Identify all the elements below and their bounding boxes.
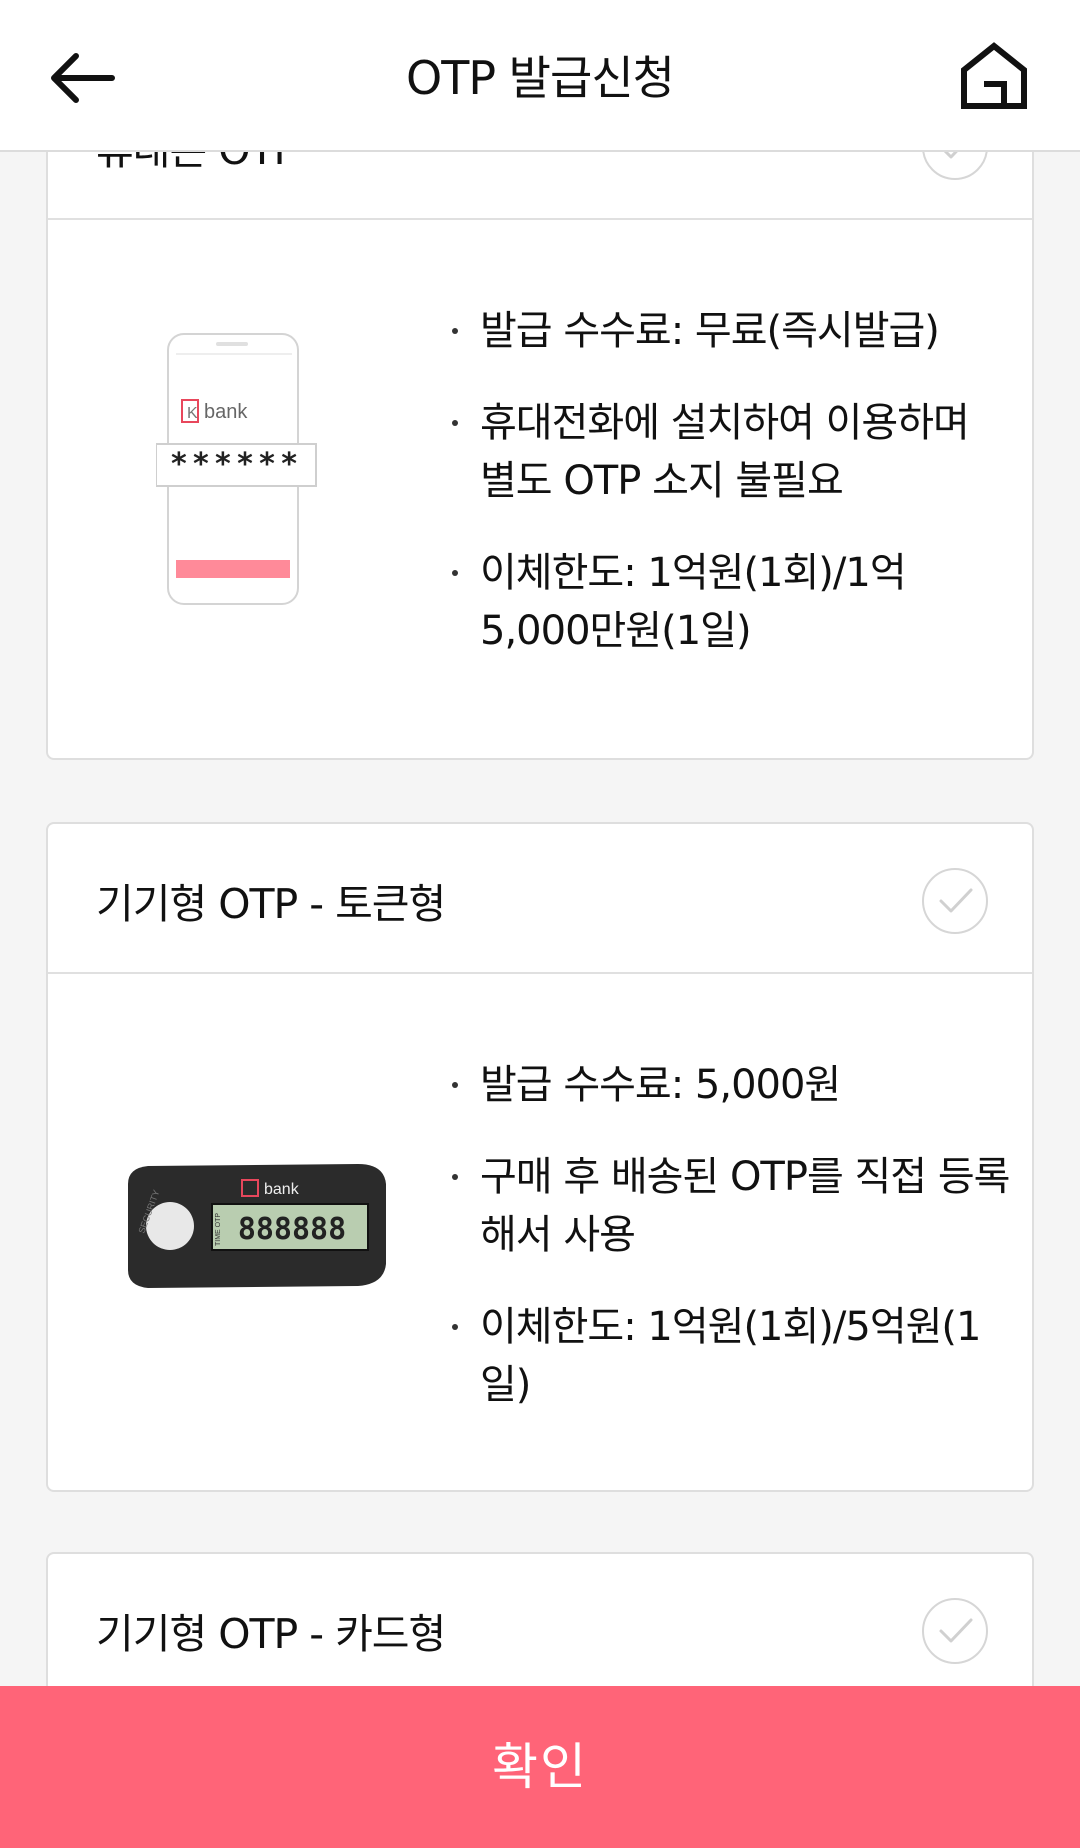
otp-card-token[interactable]: 기기형 OTP - 토큰형 SECURITY bank TIME OTP 888… — [46, 822, 1034, 1492]
phone-otp-illustration: K bank ****** — [155, 328, 326, 618]
phone-brand-text: bank — [204, 401, 248, 423]
feature-item: 이체한도: 1억원(1회)/5억원(1일) — [452, 1298, 1012, 1414]
check-icon — [939, 1618, 973, 1643]
card-title: 휴대폰 OTP — [96, 152, 298, 176]
select-check[interactable] — [922, 868, 988, 934]
check-icon — [943, 152, 958, 159]
confirm-button[interactable]: 확인 — [0, 1686, 1080, 1848]
feature-list: 발급 수수료: 5,000원 구매 후 배송된 OTP를 직접 등록해서 사용 … — [452, 1056, 1012, 1448]
feature-item: 휴대전화에 설치하여 이용하며 별도 OTP 소지 불필요 — [452, 394, 1012, 510]
page-title: OTP 발급신청 — [406, 51, 675, 105]
token-tag-text: TIME OTP — [215, 1213, 222, 1246]
card-header: 휴대폰 OTP — [48, 152, 1032, 220]
otp-card-card[interactable]: 기기형 OTP - 카드형 — [46, 1552, 1034, 1686]
top-app-bar: OTP 발급신청 — [0, 0, 1080, 152]
token-brand-text: bank — [264, 1181, 300, 1198]
card-title: 기기형 OTP - 토큰형 — [96, 880, 446, 928]
feature-item: 발급 수수료: 무료(즉시발급) — [452, 302, 1012, 360]
phone-code-text: ****** — [170, 447, 302, 482]
token-code-text: 888888 — [238, 1212, 346, 1247]
feature-item: 이체한도: 1억원(1회)/1억 5,000만원(1일) — [452, 544, 1012, 660]
select-check[interactable] — [922, 1598, 988, 1664]
feature-list: 발급 수수료: 무료(즉시발급) 휴대전화에 설치하여 이용하며 별도 OTP … — [452, 302, 1012, 694]
otp-type-list: 휴대폰 OTP K bank ****** — [0, 152, 1080, 1686]
home-button[interactable] — [958, 40, 1038, 120]
otp-card-mobile[interactable]: 휴대폰 OTP K bank ****** — [46, 152, 1034, 760]
card-body: K bank ****** 발급 수수료: 무료(즉시발급) 휴대전화에 설치하… — [48, 220, 1032, 758]
card-header: 기기형 OTP - 카드형 — [48, 1554, 1032, 1686]
feature-item: 구매 후 배송된 OTP를 직접 등록해서 사용 — [452, 1148, 1012, 1264]
feature-item: 발급 수수료: 5,000원 — [452, 1056, 1012, 1114]
svg-text:K: K — [187, 405, 198, 422]
token-otp-illustration: SECURITY bank TIME OTP 888888 — [108, 1154, 388, 1304]
home-icon — [961, 42, 1027, 109]
select-check[interactable] — [922, 152, 988, 180]
card-title: 기기형 OTP - 카드형 — [96, 1610, 446, 1658]
card-body: SECURITY bank TIME OTP 888888 발급 수수료: 5,… — [48, 974, 1032, 1490]
card-header: 기기형 OTP - 토큰형 — [48, 824, 1032, 974]
check-icon — [939, 888, 973, 913]
